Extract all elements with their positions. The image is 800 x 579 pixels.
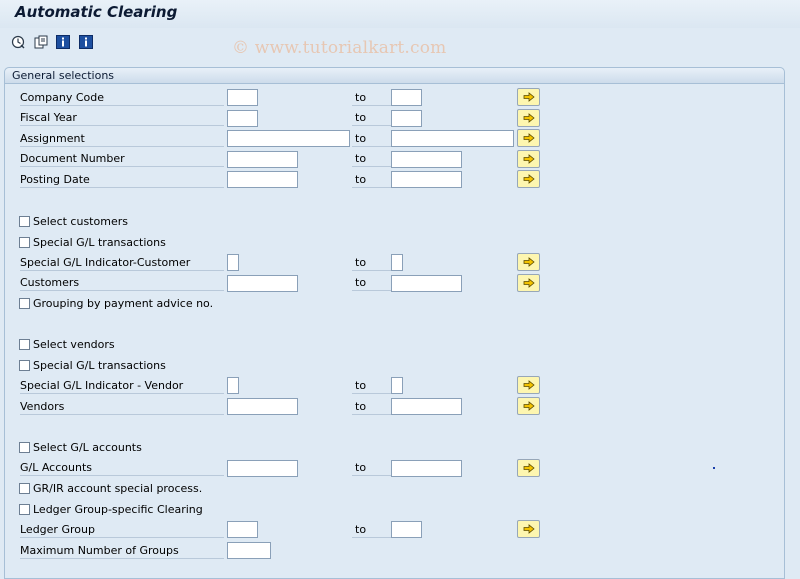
to-label: to bbox=[352, 90, 395, 106]
ledger-group-clearing-label: Ledger Group-specific Clearing bbox=[33, 503, 203, 516]
multiple-selection-button[interactable] bbox=[517, 397, 540, 415]
multiple-selection-button[interactable] bbox=[517, 376, 540, 394]
special-gl-transactions-customer-checkbox[interactable] bbox=[19, 237, 30, 248]
execute-icon[interactable] bbox=[10, 34, 26, 50]
max-groups-input[interactable] bbox=[227, 542, 271, 559]
watermark: © www.tutorialkart.com bbox=[232, 38, 447, 58]
to-label: to bbox=[352, 460, 395, 476]
vendors-from-input[interactable] bbox=[227, 398, 298, 415]
company-code-from-input[interactable] bbox=[227, 89, 258, 106]
posting-date-from-input[interactable] bbox=[227, 171, 298, 188]
select-vendors-row: Select vendors bbox=[19, 337, 115, 352]
grouping-payment-advice-row: Grouping by payment advice no. bbox=[19, 296, 213, 311]
posting-date-label: Posting Date bbox=[20, 172, 224, 188]
multiple-selection-button[interactable] bbox=[517, 253, 540, 271]
vendors-label: Vendors bbox=[20, 399, 224, 415]
customers-to-input[interactable] bbox=[391, 275, 462, 292]
multiple-selection-button[interactable] bbox=[517, 520, 540, 538]
special-gl-indicator-customer-to-input[interactable] bbox=[391, 254, 403, 271]
select-customers-checkbox[interactable] bbox=[19, 216, 30, 227]
gl-accounts-label: G/L Accounts bbox=[20, 460, 224, 476]
grir-special-label: GR/IR account special process. bbox=[33, 482, 203, 495]
to-label: to bbox=[352, 275, 395, 291]
select-vendors-label: Select vendors bbox=[33, 338, 115, 351]
gl-accounts-to-input[interactable] bbox=[391, 460, 462, 477]
multiple-selection-button[interactable] bbox=[517, 150, 540, 168]
multiple-selection-button[interactable] bbox=[517, 170, 540, 188]
document-number-label: Document Number bbox=[20, 151, 224, 167]
select-vendors-checkbox[interactable] bbox=[19, 339, 30, 350]
special-gl-indicator-vendor-from-input[interactable] bbox=[227, 377, 239, 394]
select-gl-accounts-label: Select G/L accounts bbox=[33, 441, 142, 454]
to-label: to bbox=[352, 255, 395, 271]
special-gl-transactions-vendor-label: Special G/L transactions bbox=[33, 359, 166, 372]
page-title: Automatic Clearing bbox=[15, 3, 178, 21]
select-customers-label: Select customers bbox=[33, 215, 128, 228]
multiple-selection-button[interactable] bbox=[517, 109, 540, 127]
cursor-dot bbox=[713, 467, 715, 469]
ledger-group-to-input[interactable] bbox=[391, 521, 422, 538]
document-number-from-input[interactable] bbox=[227, 151, 298, 168]
grouping-payment-advice-label: Grouping by payment advice no. bbox=[33, 297, 214, 310]
customers-label: Customers bbox=[20, 275, 224, 291]
company-code-label: Company Code bbox=[20, 90, 224, 106]
special-gl-indicator-customer-from-input[interactable] bbox=[227, 254, 239, 271]
gl-accounts-from-input[interactable] bbox=[227, 460, 298, 477]
to-label: to bbox=[352, 522, 395, 538]
document-number-to-input[interactable] bbox=[391, 151, 462, 168]
title-bar: Automatic Clearing bbox=[0, 0, 800, 28]
to-label: to bbox=[352, 131, 395, 147]
fiscal-year-label: Fiscal Year bbox=[20, 110, 224, 126]
special-gl-indicator-vendor-label: Special G/L Indicator - Vendor bbox=[20, 378, 224, 394]
variant-icon[interactable] bbox=[33, 34, 49, 50]
vendors-to-input[interactable] bbox=[391, 398, 462, 415]
multiple-selection-button[interactable] bbox=[517, 274, 540, 292]
ledger-group-clearing-row: Ledger Group-specific Clearing bbox=[19, 502, 203, 517]
posting-date-to-input[interactable] bbox=[391, 171, 462, 188]
multiple-selection-button[interactable] bbox=[517, 459, 540, 477]
special-gl-indicator-customer-label: Special G/L Indicator-Customer bbox=[20, 255, 224, 271]
select-customers-row: Select customers bbox=[19, 214, 128, 229]
special-gl-transactions-vendor-checkbox[interactable] bbox=[19, 360, 30, 371]
panel-title: General selections bbox=[12, 69, 115, 82]
customers-from-input[interactable] bbox=[227, 275, 298, 292]
assignment-from-input[interactable] bbox=[227, 130, 350, 147]
info-icon[interactable] bbox=[78, 34, 94, 50]
max-groups-label: Maximum Number of Groups bbox=[20, 543, 224, 559]
special-gl-transactions-customer-row: Special G/L transactions bbox=[19, 235, 166, 250]
to-label: to bbox=[352, 378, 395, 394]
info-icon[interactable] bbox=[55, 34, 71, 50]
to-label: to bbox=[352, 172, 395, 188]
fiscal-year-to-input[interactable] bbox=[391, 110, 422, 127]
assignment-label: Assignment bbox=[20, 131, 224, 147]
multiple-selection-button[interactable] bbox=[517, 129, 540, 147]
to-label: to bbox=[352, 110, 395, 126]
grir-special-checkbox[interactable] bbox=[19, 483, 30, 494]
ledger-group-clearing-checkbox[interactable] bbox=[19, 504, 30, 515]
grouping-payment-advice-checkbox[interactable] bbox=[19, 298, 30, 309]
ledger-group-label: Ledger Group bbox=[20, 522, 224, 538]
special-gl-transactions-vendor-row: Special G/L transactions bbox=[19, 358, 166, 373]
ledger-group-from-input[interactable] bbox=[227, 521, 258, 538]
to-label: to bbox=[352, 399, 395, 415]
special-gl-indicator-vendor-to-input[interactable] bbox=[391, 377, 403, 394]
to-label: to bbox=[352, 151, 395, 167]
multiple-selection-button[interactable] bbox=[517, 88, 540, 106]
general-selections-panel: General selections Company Code to Fisca… bbox=[4, 67, 785, 579]
company-code-to-input[interactable] bbox=[391, 89, 422, 106]
grir-special-row: GR/IR account special process. bbox=[19, 481, 202, 496]
panel-header: General selections bbox=[5, 68, 784, 84]
select-gl-accounts-checkbox[interactable] bbox=[19, 442, 30, 453]
assignment-to-input[interactable] bbox=[391, 130, 514, 147]
select-gl-accounts-row: Select G/L accounts bbox=[19, 440, 142, 455]
special-gl-transactions-customer-label: Special G/L transactions bbox=[33, 236, 166, 249]
fiscal-year-from-input[interactable] bbox=[227, 110, 258, 127]
